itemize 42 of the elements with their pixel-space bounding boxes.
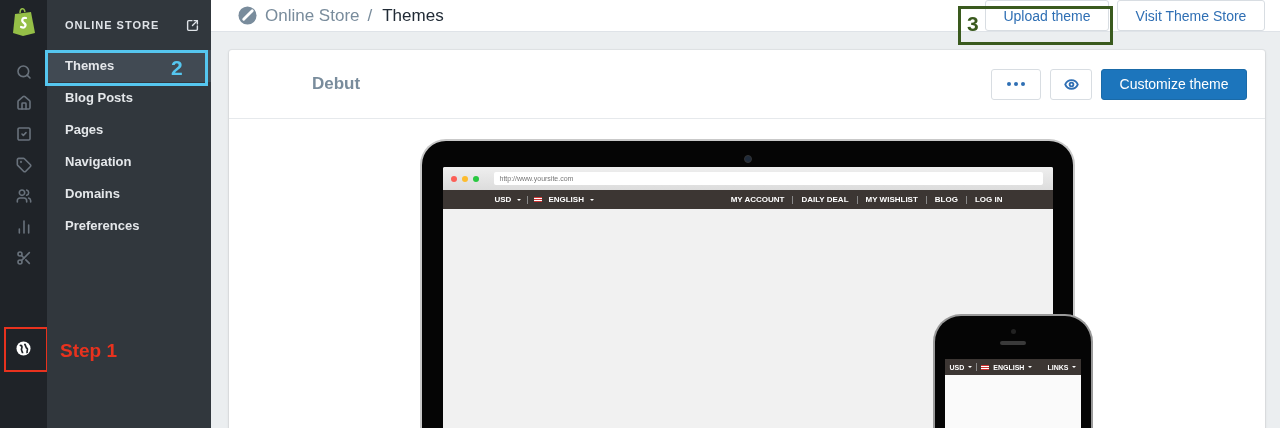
sidebar-item[interactable]: Domains bbox=[47, 178, 211, 210]
caret-icon bbox=[589, 198, 594, 201]
breadcrumb-separator: / bbox=[367, 5, 373, 26]
step-label: Step 1 bbox=[60, 340, 118, 362]
checkbox-icon[interactable] bbox=[15, 126, 32, 142]
currency-label: USD bbox=[494, 195, 512, 204]
external-link-icon[interactable] bbox=[186, 18, 199, 32]
step-label: 2 bbox=[171, 56, 183, 80]
scissors-icon[interactable] bbox=[15, 250, 32, 266]
more-button[interactable] bbox=[991, 68, 1041, 100]
minimize-icon bbox=[461, 175, 468, 182]
search-icon[interactable] bbox=[15, 64, 32, 80]
sidebar-item[interactable]: Blog Posts bbox=[47, 82, 211, 114]
users-icon[interactable] bbox=[15, 188, 32, 204]
sidebar-item[interactable]: Preferences bbox=[47, 210, 211, 242]
camera-lens bbox=[1010, 329, 1016, 334]
caret-icon bbox=[1028, 366, 1033, 368]
home-icon[interactable] bbox=[15, 95, 32, 111]
flag-icon bbox=[534, 197, 543, 202]
language-label: ENGLISH bbox=[548, 195, 584, 204]
breadcrumb-link[interactable]: Online Store bbox=[265, 5, 360, 26]
caret-icon bbox=[1071, 366, 1076, 368]
caret-icon bbox=[517, 198, 522, 201]
flag-icon bbox=[981, 364, 990, 370]
close-icon bbox=[450, 175, 457, 182]
shopping-bag-icon[interactable] bbox=[11, 6, 36, 36]
page-title: Themes bbox=[382, 5, 444, 26]
tag-icon[interactable] bbox=[15, 157, 32, 173]
preview-button[interactable] bbox=[1050, 68, 1092, 100]
sidebar-item[interactable]: Navigation bbox=[47, 146, 211, 178]
store-button[interactable]: Visit Theme Store bbox=[1117, 0, 1265, 31]
eye-icon bbox=[1063, 76, 1079, 92]
maximize-icon bbox=[472, 175, 479, 182]
theme-name: Debut bbox=[312, 74, 361, 94]
sidebar-item[interactable]: Pages bbox=[47, 114, 211, 146]
step-label: 3 bbox=[967, 12, 979, 36]
ellipsis-icon bbox=[1007, 82, 1025, 86]
caret-icon bbox=[968, 366, 973, 368]
section-heading: ONLINE STORE bbox=[65, 19, 160, 31]
camera-lens bbox=[744, 155, 752, 163]
speaker-grille bbox=[999, 341, 1026, 345]
customize-button[interactable]: Customize theme bbox=[1101, 68, 1247, 100]
